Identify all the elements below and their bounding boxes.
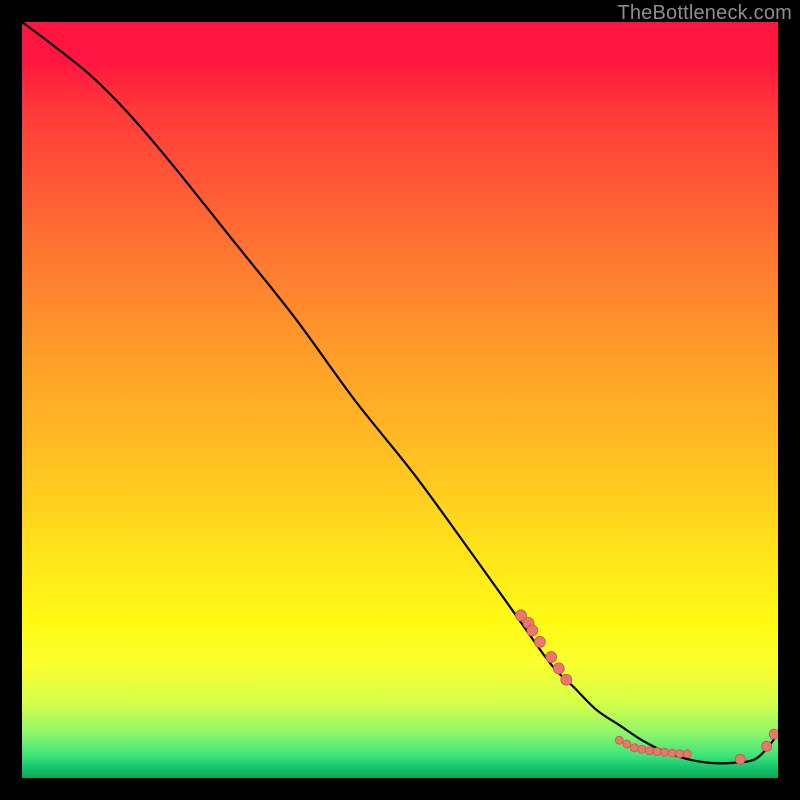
scatter-dot xyxy=(769,729,778,739)
scatter-dot xyxy=(653,748,661,756)
bottleneck-curve xyxy=(22,22,778,763)
scatter-dot xyxy=(661,748,669,756)
scatter-dot xyxy=(546,652,557,663)
scatter-dot xyxy=(623,740,631,748)
scatter-dot xyxy=(630,744,638,752)
scatter-dot xyxy=(676,750,684,758)
scatter-dot xyxy=(561,674,572,685)
scatter-dot xyxy=(645,747,653,755)
scatter-dot xyxy=(638,745,646,753)
scatter-dot xyxy=(615,736,623,744)
plot-area xyxy=(22,22,778,778)
chart-stage: TheBottleneck.com xyxy=(0,0,800,800)
scatter-dot xyxy=(683,750,691,758)
scatter-dot xyxy=(553,663,564,674)
scatter-dot xyxy=(668,749,676,757)
scatter-dot xyxy=(527,625,538,636)
scatter-dots xyxy=(515,610,778,764)
scatter-dot xyxy=(735,754,745,764)
scatter-dot xyxy=(534,636,545,647)
scatter-dot xyxy=(762,741,772,751)
chart-overlay xyxy=(22,22,778,778)
